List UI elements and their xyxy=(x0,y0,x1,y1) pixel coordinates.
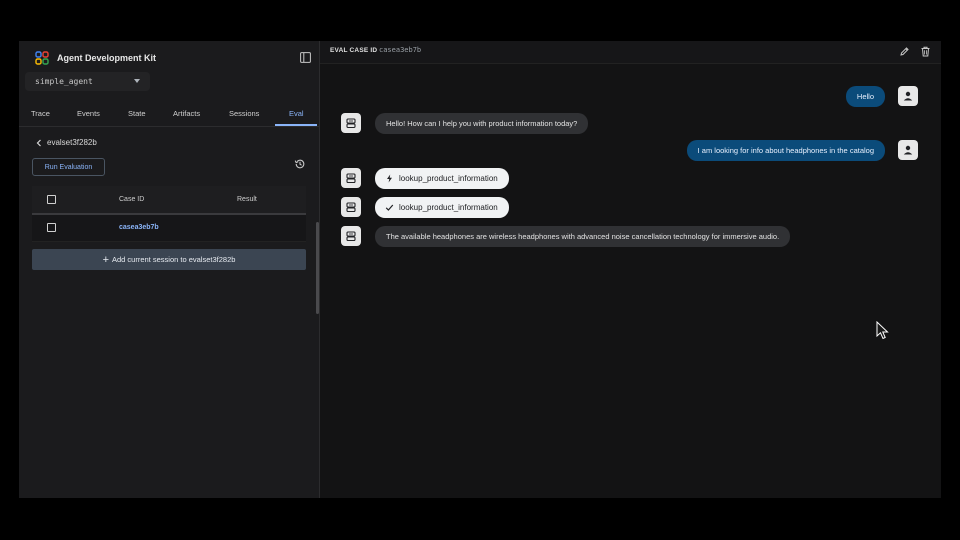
bot-avatar xyxy=(341,168,361,188)
plus-icon: + xyxy=(102,253,109,266)
column-case-id: Case ID xyxy=(119,196,145,203)
table-row[interactable]: casea3eb7b xyxy=(32,215,306,242)
run-evaluation-button[interactable]: Run Evaluation xyxy=(32,158,105,176)
bot-avatar xyxy=(341,197,361,217)
tab-eval[interactable]: Eval xyxy=(289,109,304,118)
sidebar-tabs: Trace Events State Artifacts Sessions Ev… xyxy=(19,101,319,127)
sidebar: Agent Development Kit simple_agent Trace… xyxy=(19,41,320,498)
bot-message: Hello! How can I help you with product i… xyxy=(375,113,589,134)
active-tab-indicator xyxy=(275,124,317,126)
function-response-name: lookup_product_information xyxy=(399,203,498,212)
robot-icon xyxy=(346,202,356,213)
bot-avatar xyxy=(341,226,361,246)
eval-cases-table: Case ID Result casea3eb7b xyxy=(32,186,306,242)
agent-select-value: simple_agent xyxy=(35,77,93,86)
tab-sessions[interactable]: Sessions xyxy=(229,109,259,118)
user-avatar xyxy=(898,140,918,160)
robot-icon xyxy=(346,231,356,242)
tab-artifacts[interactable]: Artifacts xyxy=(173,109,200,118)
agent-select[interactable]: simple_agent xyxy=(25,72,150,91)
breadcrumb-evalset: evalset3f282b xyxy=(47,138,97,147)
person-icon xyxy=(903,91,913,101)
edit-icon[interactable] xyxy=(899,46,910,57)
panel-toggle-icon[interactable] xyxy=(300,52,311,63)
user-message: Hello xyxy=(845,86,885,107)
tab-trace[interactable]: Trace xyxy=(31,109,50,118)
row-checkbox[interactable] xyxy=(47,223,56,232)
check-icon xyxy=(385,204,394,211)
user-avatar xyxy=(898,86,918,106)
history-icon[interactable] xyxy=(294,158,306,170)
eval-case-id: casea3eb7b xyxy=(379,46,422,54)
mouse-cursor-icon xyxy=(876,321,889,340)
add-session-label: Add current session to evalset3f282b xyxy=(112,255,236,264)
select-all-checkbox[interactable] xyxy=(47,195,56,204)
user-message: I am looking for info about headphones i… xyxy=(686,140,885,161)
eval-case-header: EVAL CASE ID casea3eb7b xyxy=(320,41,941,64)
table-header: Case ID Result xyxy=(32,186,306,215)
column-result: Result xyxy=(237,196,257,203)
robot-icon xyxy=(346,118,356,129)
brand: Agent Development Kit xyxy=(35,51,156,65)
app-window: Agent Development Kit simple_agent Trace… xyxy=(19,41,941,498)
adk-logo-icon xyxy=(35,51,49,65)
bot-message: The available headphones are wireless he… xyxy=(375,226,791,247)
robot-icon xyxy=(346,173,356,184)
breadcrumb[interactable]: evalset3f282b xyxy=(35,138,97,147)
eval-case-label: EVAL CASE ID xyxy=(330,47,378,54)
case-id-link[interactable]: casea3eb7b xyxy=(119,224,159,231)
chevron-down-icon xyxy=(134,79,140,83)
function-response-chip[interactable]: lookup_product_information xyxy=(375,197,509,218)
function-call-chip[interactable]: lookup_product_information xyxy=(375,168,509,189)
person-icon xyxy=(903,145,913,155)
chat-panel: EVAL CASE ID casea3eb7b Hello Hello! How… xyxy=(320,41,941,498)
tab-state[interactable]: State xyxy=(128,109,146,118)
bolt-icon xyxy=(387,174,392,183)
tab-events[interactable]: Events xyxy=(77,109,100,118)
add-session-button[interactable]: + Add current session to evalset3f282b xyxy=(32,249,306,270)
delete-icon[interactable] xyxy=(920,46,931,57)
sidebar-scrollbar[interactable] xyxy=(316,222,319,314)
brand-title: Agent Development Kit xyxy=(57,53,157,63)
bot-avatar xyxy=(341,113,361,133)
chevron-left-icon[interactable] xyxy=(35,139,43,147)
function-call-name: lookup_product_information xyxy=(399,174,498,183)
